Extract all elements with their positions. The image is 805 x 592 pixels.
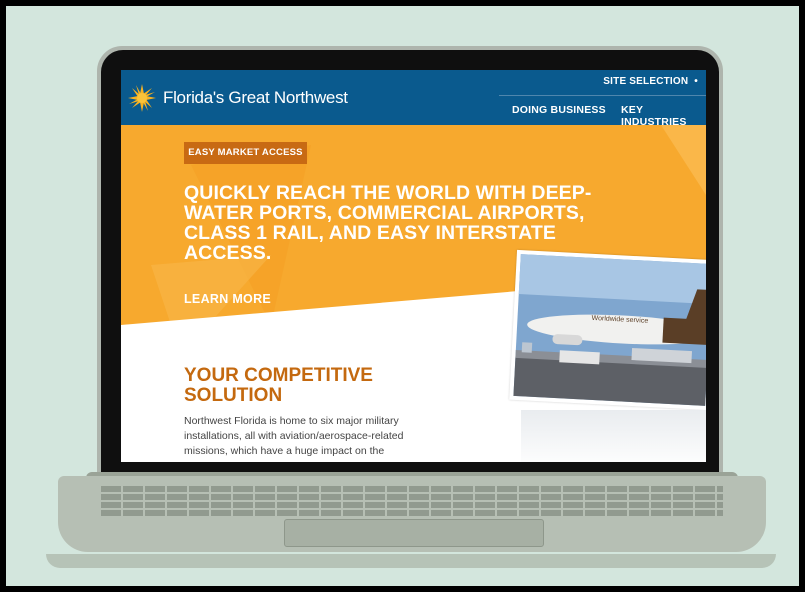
nav-divider xyxy=(499,95,706,96)
screenshot-frame: Florida's Great Northwest SITE SELECTION… xyxy=(0,0,805,592)
laptop-base-edge xyxy=(46,554,776,568)
sun-logo-icon xyxy=(128,84,156,112)
site-header: Florida's Great Northwest SITE SELECTION… xyxy=(121,70,706,128)
laptop-screen: Florida's Great Northwest SITE SELECTION… xyxy=(121,70,706,462)
laptop-keyboard xyxy=(101,486,723,516)
site-selection-link[interactable]: SITE SELECTION • xyxy=(603,76,698,87)
easy-market-access-badge: EASY MARKET ACCESS xyxy=(184,142,307,164)
cargo-plane-photo: Worldwide service xyxy=(509,249,706,411)
laptop-trackpad xyxy=(284,519,544,547)
hero-headline: QUICKLY REACH THE WORLD WITH DEEP-WATER … xyxy=(184,182,592,264)
background: Florida's Great Northwest SITE SELECTION… xyxy=(6,6,799,586)
learn-more-link[interactable]: LEARN MORE xyxy=(184,292,271,306)
section-title: YOUR COMPETITIVE SOLUTION xyxy=(184,365,373,406)
site-selection-dot: • xyxy=(694,76,698,87)
second-photo xyxy=(521,410,706,462)
site-selection-label: SITE SELECTION xyxy=(603,76,689,87)
section-body: Northwest Florida is home to six major m… xyxy=(184,415,404,457)
nav-doing-business[interactable]: DOING BUSINESS xyxy=(512,104,606,116)
site-logo-text[interactable]: Florida's Great Northwest xyxy=(163,88,348,108)
